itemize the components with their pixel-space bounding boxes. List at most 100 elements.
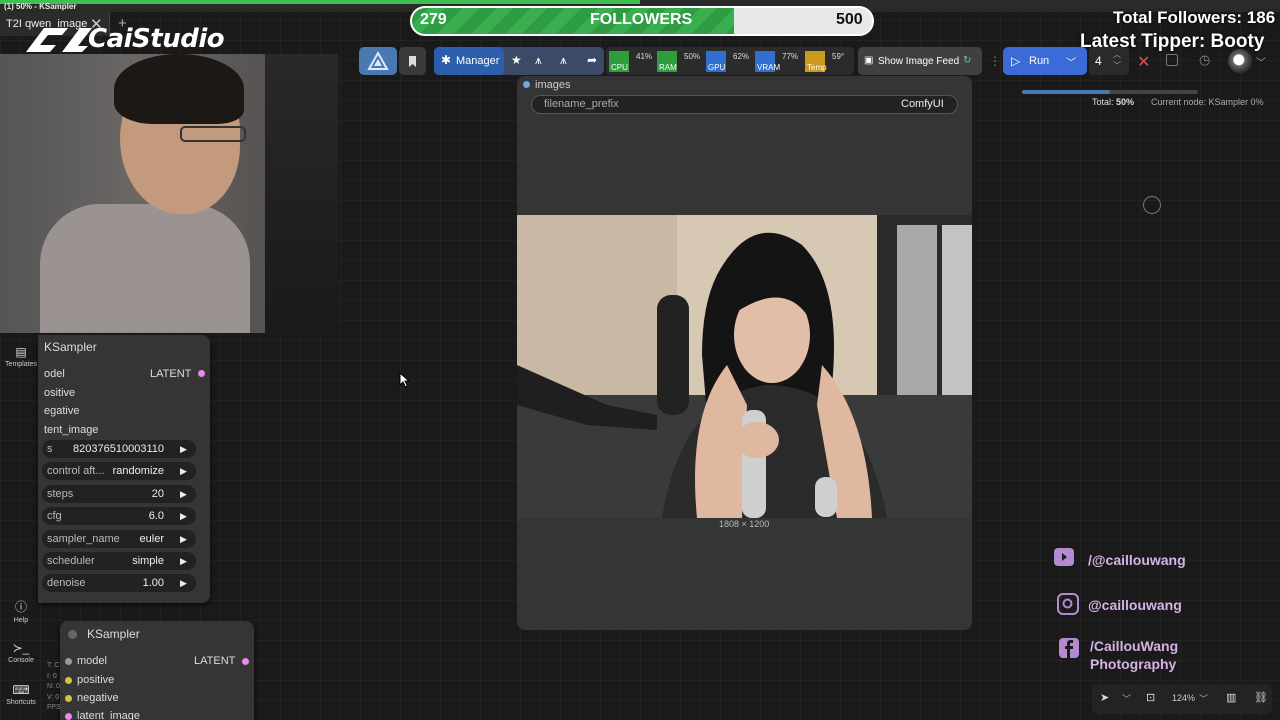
widget-denoise-increment-icon[interactable]: ▶ [180,578,187,589]
minimap-icon[interactable]: ▥ [1226,691,1236,704]
widget-scheduler-increment-icon[interactable]: ▶ [180,556,187,567]
manager-label[interactable]: Manager [456,55,499,67]
star-icon[interactable]: ★ [511,53,522,67]
total-followers: Total Followers: 186 [1113,8,1276,27]
ksampler-1-output-dot[interactable] [198,370,205,377]
widget-s-increment-icon[interactable]: ▶ [180,444,187,455]
sidebar-item-shortcuts[interactable]: ⌨ Shortcuts [0,683,42,706]
keyboard-icon: ⌨ [12,683,30,697]
clipped-stat-line: FPS [47,704,61,711]
comfy-menu-button[interactable] [359,47,397,75]
widget-s-value[interactable]: 820376510003110 [64,443,164,455]
history-icon[interactable]: ◷ [1199,52,1210,68]
sidebar-item-help[interactable]: ⓘ Help [0,598,42,624]
filename-prefix-value[interactable]: ComfyUI [901,98,944,110]
ksampler-1-output-latent[interactable]: LATENT [150,368,191,380]
sidebar-templates-label: Templates [5,361,37,368]
link-visibility-icon[interactable]: ⛓ [1254,691,1268,704]
widget-cfg-value[interactable]: 6.0 [64,510,164,522]
sidebar-item-templates[interactable]: ▤ Templates [0,345,42,368]
ksampler-2-output-dot[interactable] [242,658,249,665]
ksampler-1-input-positive[interactable]: ositive [44,387,75,399]
zoom-chevron-icon[interactable]: ﹀ [1199,692,1208,705]
ksampler-2-negative-dot[interactable] [65,695,72,702]
ksampler-2-title[interactable]: KSampler [87,627,140,641]
ksampler-2-model-dot[interactable] [65,658,72,665]
clipped-stat-line: I: 0 [47,672,57,680]
sidebar-help-label: Help [13,617,29,624]
widget-cfg-label: cfg [47,510,62,523]
puzzle-icon: ✱ [441,53,452,67]
widget-steps-increment-icon[interactable]: ▶ [180,489,187,500]
widget-s-label: s [47,443,53,455]
total-progress-label: Total: [1092,97,1114,107]
user-avatar[interactable] [1228,49,1252,73]
followers-label: FOLLOWERS [590,11,693,28]
ksampler-1-input-model[interactable]: odel [44,368,65,380]
image-dimensions: 1808 × 1200 [719,519,770,529]
webcam-person-hair [114,54,244,124]
widget-sampler-name-increment-icon[interactable]: ▶ [180,534,187,545]
ksampler-2-input-model[interactable]: model [77,655,107,667]
comfy-logo-icon [367,50,389,70]
widget-control-aft-increment-icon[interactable]: ▶ [180,466,187,477]
cancel-run-icon[interactable]: ✕ [1137,52,1150,72]
zoom-level[interactable]: 124% [1172,693,1195,703]
ksampler-2-positive-dot[interactable] [65,677,72,684]
drag-handle-icon[interactable]: ⋮ [989,54,1001,68]
run-label[interactable]: Run [1029,55,1049,67]
ksampler-2-input-latent[interactable]: latent_image [77,710,140,720]
mouse-cursor-icon [399,372,411,388]
ksampler-2-latent-dot[interactable] [65,713,72,720]
webcam-person-glasses [180,126,246,142]
loading-spinner-icon [1143,196,1161,214]
stop-icon[interactable] [1166,54,1178,66]
help-icon: ⓘ [14,600,27,614]
widget-sampler-name-value[interactable]: euler [64,533,164,545]
mode-chevron-icon[interactable]: ﹀ [1122,692,1131,705]
widget-cfg-increment-icon[interactable]: ▶ [180,511,187,522]
instagram-camera-glyph [1062,598,1073,609]
run-options-chevron-icon[interactable]: ﹀ [1066,54,1076,69]
select-mode-icon[interactable]: ➤ [1100,691,1109,704]
clipped-stat-line: N: 0 [47,683,60,690]
window-title: (1) 50% - KSampler [4,2,77,11]
ksampler-2-output-latent[interactable]: LATENT [194,655,235,667]
show-image-feed-label[interactable]: Show Image Feed [878,56,959,67]
generated-image-preview[interactable] [517,215,972,518]
image-feed-icon: ▣ [864,55,874,66]
instagram-icon [1057,593,1079,615]
share-icon[interactable]: ➦ [587,53,597,67]
total-progress: Total: 50% [1092,97,1134,107]
webcam-person-body [40,204,250,333]
images-output-dot[interactable] [523,81,530,88]
ksampler-2-input-positive[interactable]: positive [77,674,114,686]
ksampler-1-title[interactable]: KSampler [44,340,97,354]
clipped-stat-line: V: 0 [47,693,60,701]
node-library-icon[interactable]: ⩚ [535,53,542,68]
refresh-icon[interactable]: ↻ [963,55,971,66]
ksampler-1-input-latent[interactable]: tent_image [44,424,98,436]
window-progress-bar [0,0,640,4]
ksampler-1-input-negative[interactable]: egative [44,405,79,417]
widget-scheduler-value[interactable]: simple [64,555,164,567]
current-node-progress: Current node: KSampler 0% [1151,97,1264,107]
batch-count-value[interactable]: 4 [1095,54,1102,68]
bookmark-button[interactable] [399,47,426,75]
sidebar-item-console[interactable]: ≻_ Console [0,641,42,664]
widget-denoise-value[interactable]: 1.00 [64,577,164,589]
fit-view-icon[interactable]: ⊡ [1146,691,1155,704]
total-progress-value: 50% [1116,97,1135,107]
queue-progress-fill [1022,90,1110,94]
widget-steps-value[interactable]: 20 [64,488,164,500]
facebook-f-glyph [1065,640,1073,658]
meter-cpu-value: 41% [636,52,653,61]
followers-goal: 500 [836,11,863,28]
widget-control-aft-value[interactable]: randomize [64,465,164,477]
facebook-handle: /CaillouWang [1090,638,1179,654]
batch-count-stepper[interactable]: ︿ ﹀ [1113,49,1121,71]
user-menu-chevron-icon[interactable]: ﹀ [1256,54,1266,69]
model-library-icon[interactable]: ⩚ [560,53,567,68]
ksampler-2-input-negative[interactable]: negative [77,692,119,704]
meter-cpu-label: CPU [611,63,628,72]
